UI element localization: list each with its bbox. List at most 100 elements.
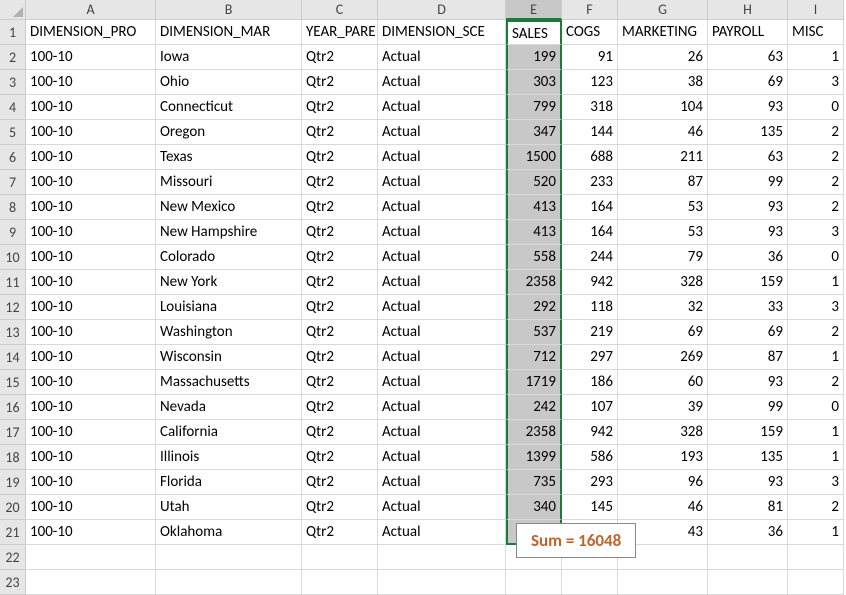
cell-G19[interactable]: 96 [618, 470, 708, 495]
row-header-6[interactable]: 6 [0, 145, 26, 170]
row-header-16[interactable]: 16 [0, 395, 26, 420]
cell-C20[interactable]: Qtr2 [302, 495, 378, 520]
select-all-corner[interactable] [0, 0, 26, 20]
cell-G17[interactable]: 328 [618, 420, 708, 445]
cell-C2[interactable]: Qtr2 [302, 45, 378, 70]
cell-I10[interactable]: 0 [788, 245, 844, 270]
cell-B21[interactable]: Oklahoma [156, 520, 302, 545]
cell-F16[interactable]: 107 [562, 395, 618, 420]
row-header-21[interactable]: 21 [0, 520, 26, 545]
spreadsheet-grid[interactable]: ABCDEFGHI1DIMENSION_PRODIMENSION_MARYEAR… [0, 0, 844, 595]
cell-B5[interactable]: Oregon [156, 120, 302, 145]
cell-G11[interactable]: 328 [618, 270, 708, 295]
cell-D21[interactable]: Actual [378, 520, 506, 545]
cell-F6[interactable]: 688 [562, 145, 618, 170]
cell-A23[interactable] [26, 570, 156, 595]
row-header-15[interactable]: 15 [0, 370, 26, 395]
col-header-B[interactable]: B [156, 0, 302, 20]
cell-D11[interactable]: Actual [378, 270, 506, 295]
row-header-5[interactable]: 5 [0, 120, 26, 145]
cell-D12[interactable]: Actual [378, 295, 506, 320]
cell-H20[interactable]: 81 [708, 495, 788, 520]
cell-H19[interactable]: 93 [708, 470, 788, 495]
cell-C4[interactable]: Qtr2 [302, 95, 378, 120]
row-header-3[interactable]: 3 [0, 70, 26, 95]
header-cell-C[interactable]: YEAR_PARE [302, 20, 378, 45]
row-header-9[interactable]: 9 [0, 220, 26, 245]
cell-H16[interactable]: 99 [708, 395, 788, 420]
cell-A8[interactable]: 100-10 [26, 195, 156, 220]
row-header-1[interactable]: 1 [0, 20, 26, 45]
cell-B9[interactable]: New Hampshire [156, 220, 302, 245]
cell-H5[interactable]: 135 [708, 120, 788, 145]
cell-G20[interactable]: 46 [618, 495, 708, 520]
cell-C14[interactable]: Qtr2 [302, 345, 378, 370]
cell-I22[interactable] [788, 545, 844, 570]
cell-F19[interactable]: 293 [562, 470, 618, 495]
cell-I23[interactable] [788, 570, 844, 595]
cell-F10[interactable]: 244 [562, 245, 618, 270]
cell-A9[interactable]: 100-10 [26, 220, 156, 245]
cell-D20[interactable]: Actual [378, 495, 506, 520]
cell-I5[interactable]: 2 [788, 120, 844, 145]
cell-G12[interactable]: 32 [618, 295, 708, 320]
header-cell-A[interactable]: DIMENSION_PRO [26, 20, 156, 45]
cell-I3[interactable]: 3 [788, 70, 844, 95]
cell-C8[interactable]: Qtr2 [302, 195, 378, 220]
col-header-C[interactable]: C [302, 0, 378, 20]
cell-B3[interactable]: Ohio [156, 70, 302, 95]
cell-G6[interactable]: 211 [618, 145, 708, 170]
cell-H22[interactable] [708, 545, 788, 570]
cell-E23[interactable] [506, 570, 562, 595]
header-cell-G[interactable]: MARKETING [618, 20, 708, 45]
cell-F20[interactable]: 145 [562, 495, 618, 520]
cell-B16[interactable]: Nevada [156, 395, 302, 420]
cell-A20[interactable]: 100-10 [26, 495, 156, 520]
cell-F12[interactable]: 118 [562, 295, 618, 320]
cell-F5[interactable]: 144 [562, 120, 618, 145]
cell-A14[interactable]: 100-10 [26, 345, 156, 370]
cell-B10[interactable]: Colorado [156, 245, 302, 270]
cell-H10[interactable]: 36 [708, 245, 788, 270]
cell-H3[interactable]: 69 [708, 70, 788, 95]
cell-B14[interactable]: Wisconsin [156, 345, 302, 370]
cell-E19[interactable]: 735 [506, 470, 562, 495]
cell-E18[interactable]: 1399 [506, 445, 562, 470]
cell-F11[interactable]: 942 [562, 270, 618, 295]
cell-D10[interactable]: Actual [378, 245, 506, 270]
cell-E20[interactable]: 340 [506, 495, 562, 520]
cell-H7[interactable]: 99 [708, 170, 788, 195]
cell-C22[interactable] [302, 545, 378, 570]
cell-F13[interactable]: 219 [562, 320, 618, 345]
cell-E5[interactable]: 347 [506, 120, 562, 145]
cell-E16[interactable]: 242 [506, 395, 562, 420]
cell-I15[interactable]: 2 [788, 370, 844, 395]
cell-C19[interactable]: Qtr2 [302, 470, 378, 495]
cell-E6[interactable]: 1500 [506, 145, 562, 170]
cell-C10[interactable]: Qtr2 [302, 245, 378, 270]
cell-D7[interactable]: Actual [378, 170, 506, 195]
cell-H2[interactable]: 63 [708, 45, 788, 70]
cell-G13[interactable]: 69 [618, 320, 708, 345]
cell-I20[interactable]: 2 [788, 495, 844, 520]
cell-H18[interactable]: 135 [708, 445, 788, 470]
cell-A3[interactable]: 100-10 [26, 70, 156, 95]
cell-H8[interactable]: 93 [708, 195, 788, 220]
col-header-G[interactable]: G [618, 0, 708, 20]
cell-F15[interactable]: 186 [562, 370, 618, 395]
header-cell-F[interactable]: COGS [562, 20, 618, 45]
cell-G10[interactable]: 79 [618, 245, 708, 270]
cell-D4[interactable]: Actual [378, 95, 506, 120]
cell-D19[interactable]: Actual [378, 470, 506, 495]
cell-C23[interactable] [302, 570, 378, 595]
cell-F18[interactable]: 586 [562, 445, 618, 470]
cell-C12[interactable]: Qtr2 [302, 295, 378, 320]
col-header-E[interactable]: E [506, 0, 562, 20]
cell-C18[interactable]: Qtr2 [302, 445, 378, 470]
cell-I19[interactable]: 3 [788, 470, 844, 495]
cell-I8[interactable]: 2 [788, 195, 844, 220]
row-header-23[interactable]: 23 [0, 570, 26, 595]
cell-B22[interactable] [156, 545, 302, 570]
row-header-7[interactable]: 7 [0, 170, 26, 195]
cell-D18[interactable]: Actual [378, 445, 506, 470]
